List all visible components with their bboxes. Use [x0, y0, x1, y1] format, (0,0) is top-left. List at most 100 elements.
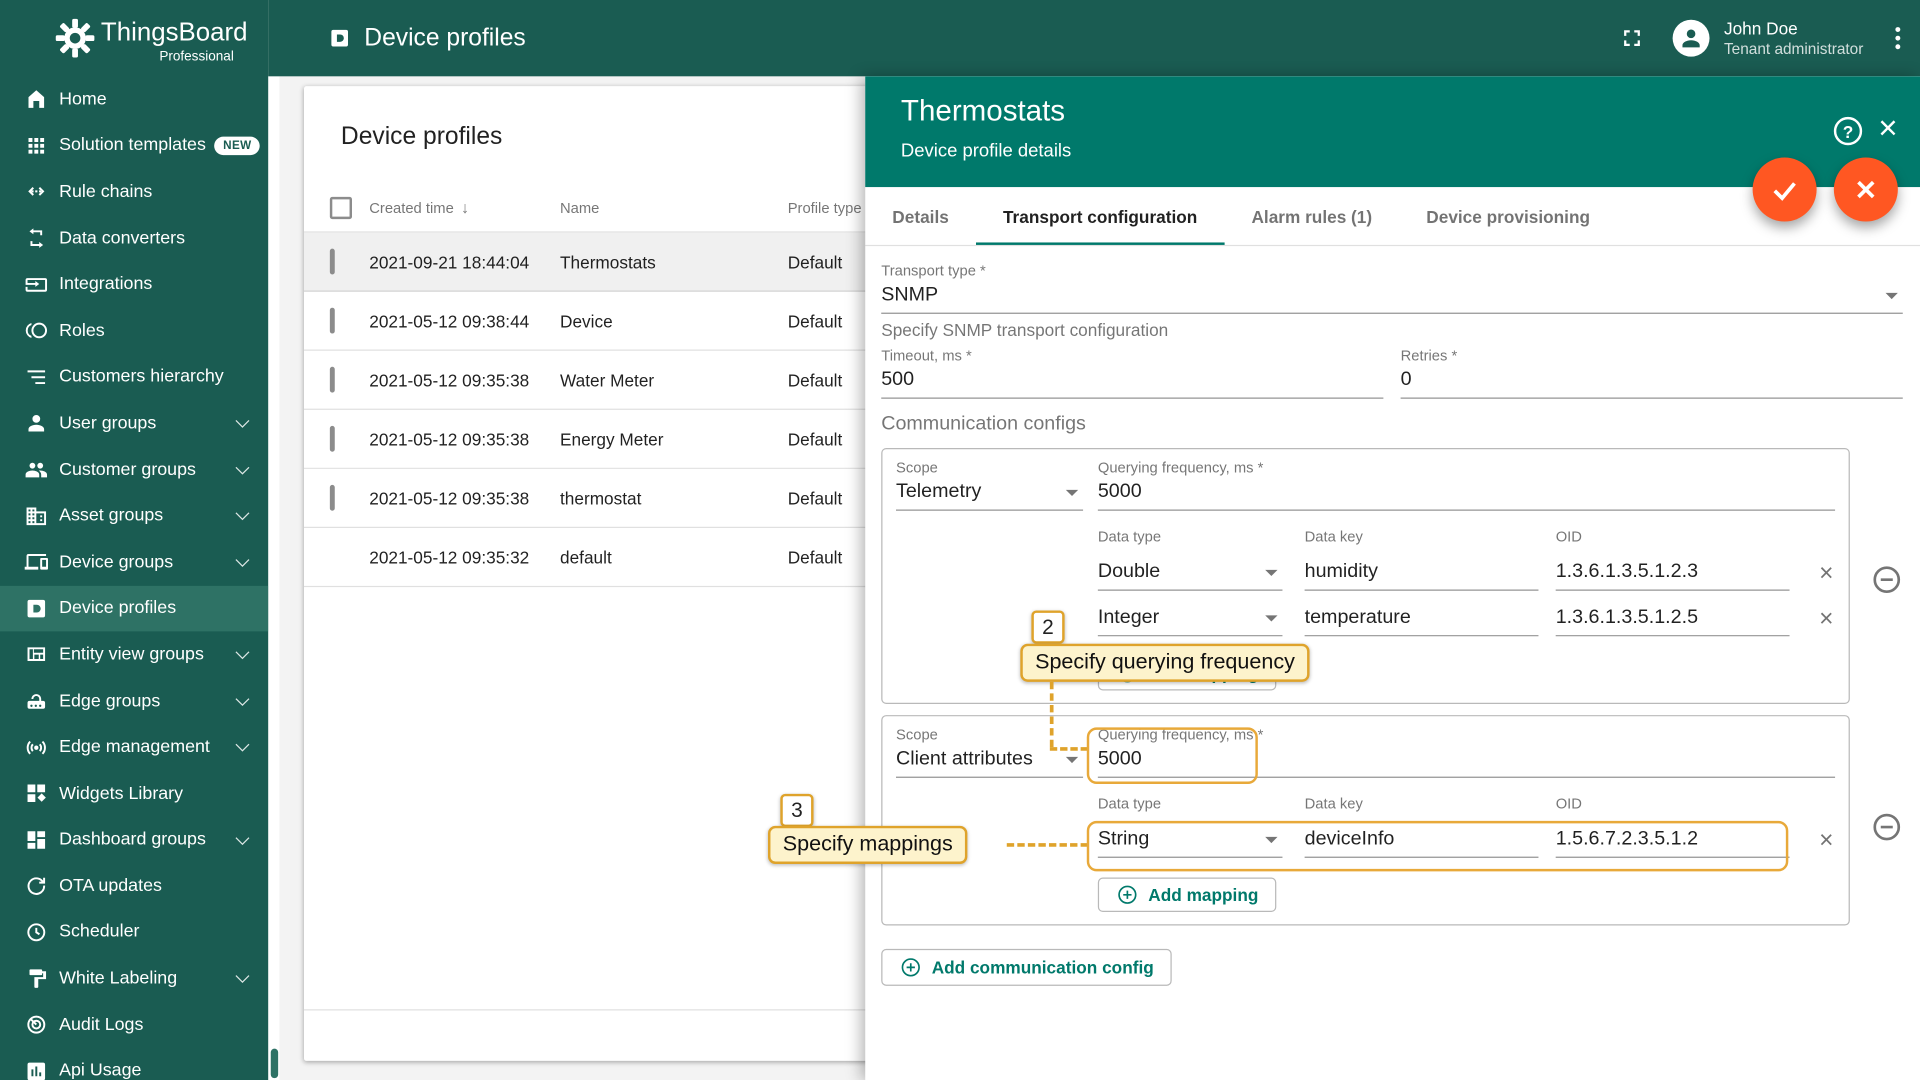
timeout-field[interactable]: Timeout, ms * 500	[881, 347, 1384, 399]
data-type-select[interactable]: Integer	[1097, 602, 1283, 637]
tab-details[interactable]: Details	[865, 187, 976, 245]
panel-title: Thermostats	[900, 94, 1066, 128]
sidebar-item-user-groups[interactable]: User groups	[0, 400, 268, 446]
mapping-header-data-key: Data key	[1304, 527, 1363, 546]
remove-mapping-icon[interactable]: ×	[1819, 827, 1833, 855]
sidebar-item-api-usage[interactable]: Api Usage	[0, 1048, 268, 1080]
sidebar-scrollbar-thumb[interactable]	[270, 1048, 278, 1079]
tab-device-provisioning[interactable]: Device provisioning	[1399, 187, 1617, 245]
tab-alarm-rules[interactable]: Alarm rules (1)	[1224, 187, 1399, 245]
timeout-input[interactable]: 500	[881, 364, 1384, 399]
querying-frequency-value: 5000	[1097, 748, 1142, 770]
sidebar-item-asset-groups[interactable]: Asset groups	[0, 493, 268, 539]
sidebar-item-label: Roles	[59, 320, 105, 341]
querying-frequency-input[interactable]: 5000	[1097, 743, 1836, 778]
timeout-value: 500	[881, 369, 915, 391]
add-mapping-button[interactable]: Add mapping	[1097, 877, 1277, 912]
sidebar-item-dashboard-groups[interactable]: Dashboard groups	[0, 817, 268, 863]
sidebar-item-label: Data converters	[59, 228, 186, 249]
sidebar-item-device-profiles[interactable]: Device profiles	[0, 585, 269, 632]
roles-icon	[25, 319, 48, 342]
add-mapping-button[interactable]: Add mapping	[1097, 655, 1277, 691]
row-checkbox[interactable]	[329, 425, 335, 452]
querying-frequency-field[interactable]: Querying frequency, ms * 5000	[1097, 726, 1836, 778]
mapping-header-data-key: Data key	[1304, 795, 1363, 813]
snmp-hint: Specify SNMP transport configuration	[881, 319, 1169, 340]
sidebar-item-ota-updates[interactable]: OTA updates	[0, 863, 268, 909]
retries-field[interactable]: Retries * 0	[1400, 347, 1903, 399]
sidebar-item-customer-groups[interactable]: Customer groups	[0, 446, 268, 492]
cell-name: default	[559, 547, 612, 567]
oid-input[interactable]: 1.5.6.7.2.3.5.1.2	[1555, 823, 1790, 858]
sidebar-scrollbar[interactable]	[268, 76, 280, 1080]
cell-created-time: 2021-05-12 09:35:38	[369, 487, 530, 508]
sidebar-item-device-groups[interactable]: Device groups	[0, 539, 268, 585]
retries-input[interactable]: 0	[1400, 364, 1903, 399]
sidebar-item-scheduler[interactable]: Scheduler	[0, 909, 268, 955]
sidebar-item-white-labeling[interactable]: White Labeling	[0, 955, 268, 1001]
scope-select[interactable]: Scope Telemetry	[895, 459, 1084, 511]
field-label: Querying frequency, ms *	[1097, 459, 1264, 477]
row-checkbox[interactable]	[329, 366, 335, 392]
querying-frequency-input[interactable]: 5000	[1097, 476, 1836, 511]
add-communication-config-label: Add communication config	[931, 957, 1154, 978]
apply-changes-button[interactable]	[1752, 157, 1817, 222]
sidebar-nav: Home Solution templates NEW Rule chains …	[0, 76, 269, 1080]
sidebar-item-solution-templates[interactable]: Solution templates NEW	[0, 123, 268, 169]
sidebar-item-customers-hierarchy[interactable]: Customers hierarchy	[0, 354, 268, 400]
fullscreen-icon[interactable]	[1618, 25, 1645, 52]
sidebar-item-audit-logs[interactable]: Audit Logs	[0, 1002, 268, 1048]
sidebar-item-label: Edge groups	[59, 691, 161, 711]
gear-logo-icon	[54, 17, 96, 59]
dashboards-icon	[25, 828, 48, 851]
sidebar-item-rule-chains[interactable]: Rule chains	[0, 169, 268, 215]
sidebar-item-entity-view-groups[interactable]: Entity view groups	[0, 632, 268, 678]
page-title-group: Device profiles	[329, 0, 526, 76]
select-all-checkbox[interactable]	[329, 196, 352, 219]
close-icon[interactable]: ×	[1871, 111, 1905, 145]
remove-config-icon[interactable]	[1871, 811, 1903, 925]
sidebar-item-edge-management[interactable]: Edge management	[0, 724, 268, 770]
remove-mapping-icon[interactable]: ×	[1819, 606, 1833, 634]
sidebar-item-data-converters[interactable]: Data converters	[0, 215, 268, 261]
data-key-input[interactable]: humidity	[1304, 556, 1539, 591]
api-usage-icon	[25, 1059, 48, 1080]
data-type-select[interactable]: Double	[1097, 556, 1283, 591]
row-checkbox[interactable]	[329, 247, 335, 274]
sidebar-item-edge-groups[interactable]: Edge groups	[0, 678, 268, 724]
scope-select[interactable]: Scope Client attributes	[895, 726, 1084, 778]
kebab-menu-icon[interactable]	[1890, 21, 1905, 55]
oid-value: 1.5.6.7.2.3.5.1.2	[1555, 828, 1699, 850]
oid-input[interactable]: 1.3.6.1.3.5.1.2.5	[1555, 602, 1790, 637]
row-checkbox[interactable]	[329, 307, 335, 333]
column-header-created-time[interactable]: Created time ↓	[369, 198, 560, 216]
data-type-select[interactable]: String	[1097, 823, 1283, 858]
white-labeling-icon	[25, 967, 48, 990]
add-communication-config-button[interactable]: Add communication config	[881, 948, 1173, 986]
querying-frequency-field[interactable]: Querying frequency, ms * 5000	[1097, 459, 1836, 511]
sidebar-item-integrations[interactable]: Integrations	[0, 261, 268, 307]
help-icon[interactable]: ?	[1833, 116, 1863, 146]
sidebar-item-widgets-library[interactable]: Widgets Library	[0, 770, 268, 816]
data-type-value: Integer	[1097, 606, 1160, 628]
remove-mapping-icon[interactable]: ×	[1819, 560, 1833, 588]
oid-input[interactable]: 1.3.6.1.3.5.1.2.3	[1555, 556, 1790, 591]
data-key-input[interactable]: temperature	[1304, 602, 1539, 637]
discard-changes-button[interactable]	[1833, 157, 1898, 222]
transport-type-select[interactable]: SNMP	[881, 279, 1903, 314]
sidebar-item-roles[interactable]: Roles	[0, 308, 268, 354]
chevron-down-icon	[1885, 292, 1898, 300]
panel-subtitle: Device profile details	[900, 140, 1072, 162]
transport-type-field[interactable]: Transport type * SNMP	[881, 262, 1903, 314]
data-key-input[interactable]: deviceInfo	[1304, 823, 1539, 858]
avatar[interactable]	[1672, 19, 1710, 57]
field-label: Scope	[895, 459, 938, 477]
sidebar-item-label: Device groups	[59, 552, 174, 572]
sidebar-item-label: Scheduler	[59, 922, 140, 943]
sidebar-item-home[interactable]: Home	[0, 76, 268, 122]
remove-config-icon[interactable]	[1871, 564, 1903, 704]
sidebar-item-label: Home	[59, 89, 107, 110]
tab-transport-configuration[interactable]: Transport configuration	[975, 187, 1225, 245]
column-header-name[interactable]: Name	[560, 199, 788, 216]
row-checkbox[interactable]	[329, 484, 335, 511]
